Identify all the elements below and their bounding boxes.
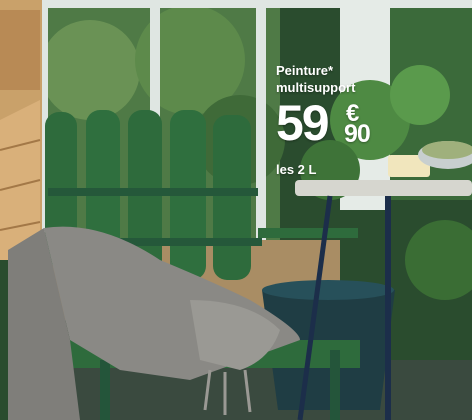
- price: 59 € 90: [276, 95, 371, 156]
- price-integer: 59: [276, 95, 330, 151]
- wicker-basket: [0, 0, 42, 260]
- product-volume: les 2 L: [276, 162, 317, 177]
- product-name-line1: Peinture*: [276, 63, 334, 78]
- photo-scene: [0, 0, 472, 420]
- promo-price-tag: Peinture* multisupport 59 € 90 les 2 L: [276, 62, 371, 177]
- price-decimal: 90: [344, 120, 371, 148]
